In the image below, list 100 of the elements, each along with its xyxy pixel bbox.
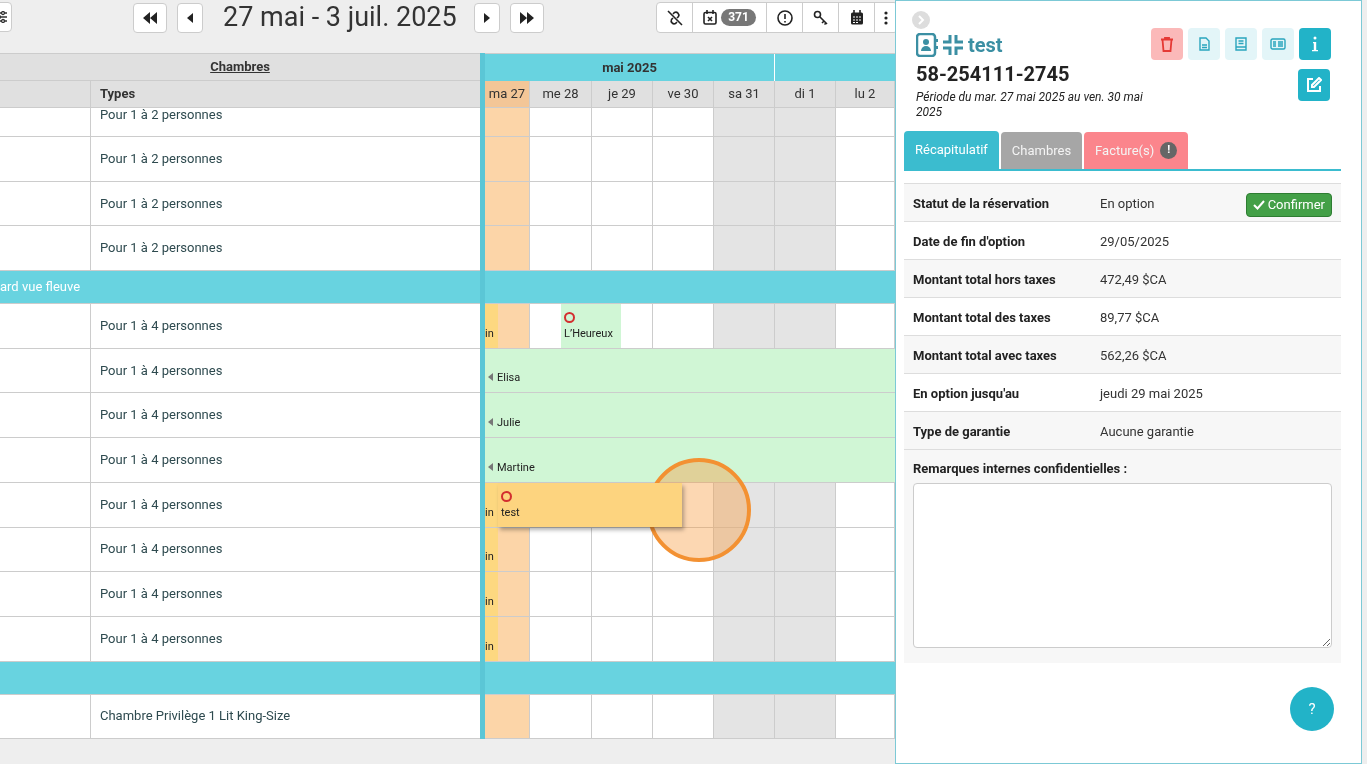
booking-bar[interactable]: Julie bbox=[485, 393, 895, 438]
previous-button[interactable] bbox=[177, 3, 203, 33]
calendar-cell[interactable] bbox=[775, 572, 836, 616]
calendar-cell[interactable] bbox=[714, 694, 775, 739]
first-page-button[interactable] bbox=[133, 3, 167, 33]
last-page-button[interactable] bbox=[510, 3, 544, 33]
calendar-cell[interactable] bbox=[714, 226, 775, 271]
calendar-cell[interactable] bbox=[485, 137, 530, 181]
room-type: Pour 1 à 2 personnes bbox=[100, 108, 223, 122]
double-left-arrow-icon bbox=[142, 12, 158, 24]
calendar-cell[interactable] bbox=[714, 304, 775, 348]
booking-bar[interactable]: test bbox=[498, 482, 682, 527]
detail-value: 29/05/2025 bbox=[1100, 233, 1171, 251]
detail-label: Montant total avec taxes bbox=[912, 347, 1058, 365]
calendar-cell[interactable] bbox=[775, 527, 836, 572]
client-name: test bbox=[968, 33, 1003, 57]
detail-value: 472,49 $CA bbox=[1100, 271, 1168, 289]
calendar-cell[interactable] bbox=[714, 572, 775, 616]
room-type: Pour 1 à 4 personnes bbox=[100, 452, 223, 467]
room-type: Pour 1 à 4 personnes bbox=[100, 318, 223, 333]
unlink-icon bbox=[666, 9, 683, 26]
room-type: Pour 1 à 4 personnes bbox=[100, 363, 223, 378]
calendar-cell[interactable] bbox=[485, 226, 530, 271]
info-button[interactable] bbox=[1299, 28, 1331, 60]
contact-card-icon bbox=[916, 33, 938, 57]
calendar-cell[interactable] bbox=[714, 181, 775, 226]
detail-label: Statut de la réservation bbox=[912, 195, 1050, 213]
calendar-cell[interactable] bbox=[714, 527, 775, 572]
booking-bar[interactable]: in bbox=[485, 304, 498, 348]
calendar-cell[interactable] bbox=[714, 616, 775, 661]
calendar-cell[interactable] bbox=[775, 226, 836, 271]
booking-bar[interactable]: in bbox=[485, 572, 498, 616]
calendar-cell[interactable] bbox=[485, 108, 530, 136]
edit-icon bbox=[1306, 77, 1322, 93]
room-type: Pour 1 à 4 personnes bbox=[100, 408, 223, 423]
day-heading: ma 27 bbox=[485, 81, 530, 107]
room-type: Pour 1 à 2 personnes bbox=[100, 241, 223, 256]
calendar-cell[interactable] bbox=[485, 694, 530, 739]
calendar-cell[interactable] bbox=[498, 527, 530, 572]
right-arrow-icon bbox=[484, 13, 490, 23]
booking-bar[interactable]: in bbox=[485, 482, 498, 527]
detail-value: Aucune garantie bbox=[1100, 423, 1195, 441]
booking-label: L’Heureux bbox=[564, 327, 613, 340]
info-icon bbox=[1311, 36, 1319, 52]
booking-period: Période du mar. 27 mai 2025 au ven. 30 mai 2025 bbox=[916, 90, 1144, 120]
room-type: Chambre Privilège 1 Lit King-Size bbox=[100, 709, 291, 724]
document-button[interactable] bbox=[1188, 28, 1220, 60]
booking-bar[interactable]: Martine bbox=[485, 438, 895, 482]
booking-bar[interactable]: in bbox=[485, 616, 498, 661]
left-arrow-icon bbox=[187, 13, 193, 23]
calendar-cell[interactable] bbox=[775, 137, 836, 181]
booking-label: in bbox=[485, 640, 494, 653]
calendar-cell[interactable] bbox=[485, 181, 530, 226]
double-right-arrow-icon bbox=[519, 12, 535, 24]
booking-label: in bbox=[485, 506, 494, 519]
booking-bar[interactable]: Elisa bbox=[485, 348, 895, 393]
detail-value: 89,77 $CA bbox=[1100, 309, 1161, 327]
check-icon bbox=[1252, 200, 1265, 210]
calendar-cell[interactable] bbox=[714, 137, 775, 181]
edit-button[interactable] bbox=[1298, 69, 1330, 101]
key-icon bbox=[812, 9, 829, 26]
booking-bar[interactable]: L’Heureux bbox=[561, 304, 621, 348]
room-type: Pour 1 à 2 personnes bbox=[100, 151, 223, 166]
column-heading: Chambres bbox=[210, 58, 270, 77]
id-card-button[interactable] bbox=[1262, 28, 1294, 60]
detail-label: Type de garantie bbox=[912, 423, 1012, 441]
calendar-cell[interactable] bbox=[775, 108, 836, 136]
calendar-cell[interactable] bbox=[775, 181, 836, 226]
next-button[interactable] bbox=[474, 3, 500, 33]
book-button[interactable] bbox=[1225, 28, 1257, 60]
detail-label: Montant total des taxes bbox=[912, 309, 1052, 327]
date-range-title: 27 mai - 3 juil. 2025 bbox=[223, 0, 457, 34]
calendar-cell[interactable] bbox=[714, 482, 775, 527]
calendar-cell[interactable] bbox=[714, 108, 775, 136]
detail-value: jeudi 29 mai 2025 bbox=[1100, 385, 1204, 403]
calendar-cell[interactable] bbox=[775, 694, 836, 739]
calendar-cell[interactable] bbox=[775, 482, 836, 527]
booking-bar[interactable]: in bbox=[485, 527, 498, 572]
tab[interactable]: Facture(s) ! bbox=[1084, 132, 1189, 169]
room-type: Pour 1 à 4 personnes bbox=[100, 542, 223, 557]
alert-icon bbox=[776, 9, 793, 26]
calendar-cell[interactable] bbox=[775, 304, 836, 348]
detail-value: 562,26 $CA bbox=[1100, 347, 1168, 365]
trash-icon bbox=[1161, 36, 1173, 52]
booking-label: Julie bbox=[497, 417, 521, 430]
calendar-cell[interactable] bbox=[498, 616, 530, 661]
delete-button[interactable] bbox=[1151, 28, 1183, 60]
detail-label: Montant total hors taxes bbox=[912, 271, 1057, 289]
detail-label: Date de fin d'option bbox=[912, 233, 1027, 251]
remarks-field[interactable] bbox=[913, 482, 1332, 648]
id-card-icon bbox=[1270, 38, 1286, 50]
booking-label: Elisa bbox=[497, 372, 521, 385]
booking-label: test bbox=[501, 506, 520, 519]
booking-label: in bbox=[485, 595, 494, 608]
calendar-cell[interactable] bbox=[498, 572, 530, 616]
group-label: ard vue fleuve bbox=[0, 278, 81, 297]
alert-badge: ! bbox=[1160, 142, 1178, 159]
document-icon bbox=[1198, 37, 1210, 51]
calendar-cell[interactable] bbox=[775, 616, 836, 661]
calendar-cell[interactable] bbox=[498, 304, 530, 348]
